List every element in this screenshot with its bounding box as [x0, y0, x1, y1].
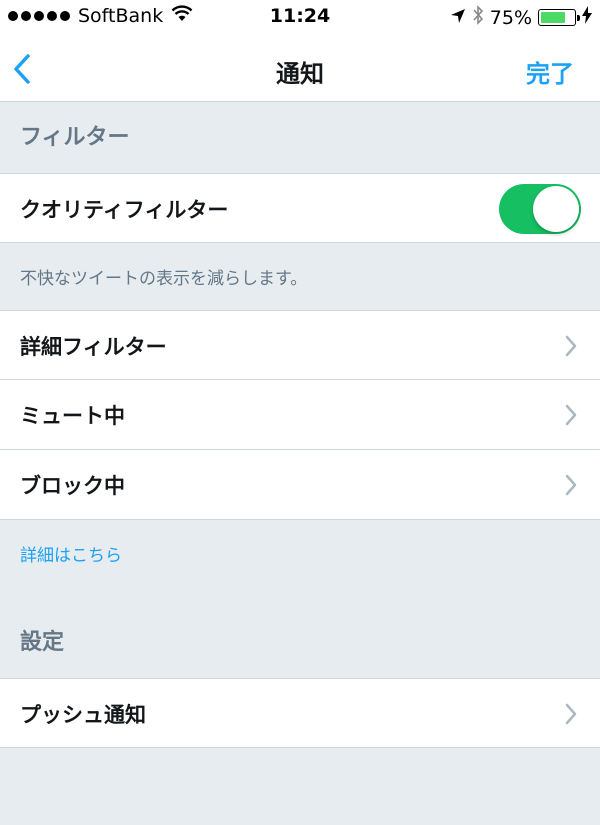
location-arrow-icon	[450, 7, 466, 29]
muted-label: ミュート中	[20, 404, 125, 428]
blocked-label: ブロック中	[20, 474, 125, 498]
section-header-settings: 設定	[0, 612, 600, 678]
bluetooth-icon	[472, 5, 484, 30]
quality-filter-description: 不快なツイートの表示を減らします。	[20, 269, 308, 289]
quality-filter-row: クオリティフィルター	[0, 173, 600, 243]
push-notifications-row[interactable]: プッシュ通知	[0, 678, 600, 748]
chevron-right-icon	[565, 404, 577, 426]
push-notifications-label: プッシュ通知	[20, 703, 146, 727]
quality-filter-toggle[interactable]	[499, 184, 581, 234]
page-title: 通知	[276, 60, 324, 88]
toggle-knob	[533, 186, 579, 232]
battery-percentage: 75%	[489, 6, 532, 29]
status-bar: SoftBank 11:24 75%	[0, 0, 600, 34]
blocked-row[interactable]: ブロック中	[0, 450, 600, 520]
quality-filter-label: クオリティフィルター	[20, 198, 229, 222]
section-header-filter: フィルター	[0, 103, 600, 173]
chevron-right-icon	[565, 703, 577, 725]
chevron-right-icon	[565, 335, 577, 357]
muted-row[interactable]: ミュート中	[0, 380, 600, 450]
battery-icon	[538, 9, 580, 26]
charging-bolt-icon	[582, 6, 592, 29]
chevron-right-icon	[565, 474, 577, 496]
status-right: 75%	[450, 5, 592, 30]
done-button[interactable]: 完了	[526, 54, 574, 89]
learn-more-link[interactable]: 詳細はこちら	[20, 541, 122, 566]
battery-fill	[541, 12, 565, 23]
advanced-filters-row[interactable]: 詳細フィルター	[0, 310, 600, 380]
advanced-filters-label: 詳細フィルター	[20, 335, 167, 359]
navigation-bar: 通知 完了	[0, 34, 600, 102]
